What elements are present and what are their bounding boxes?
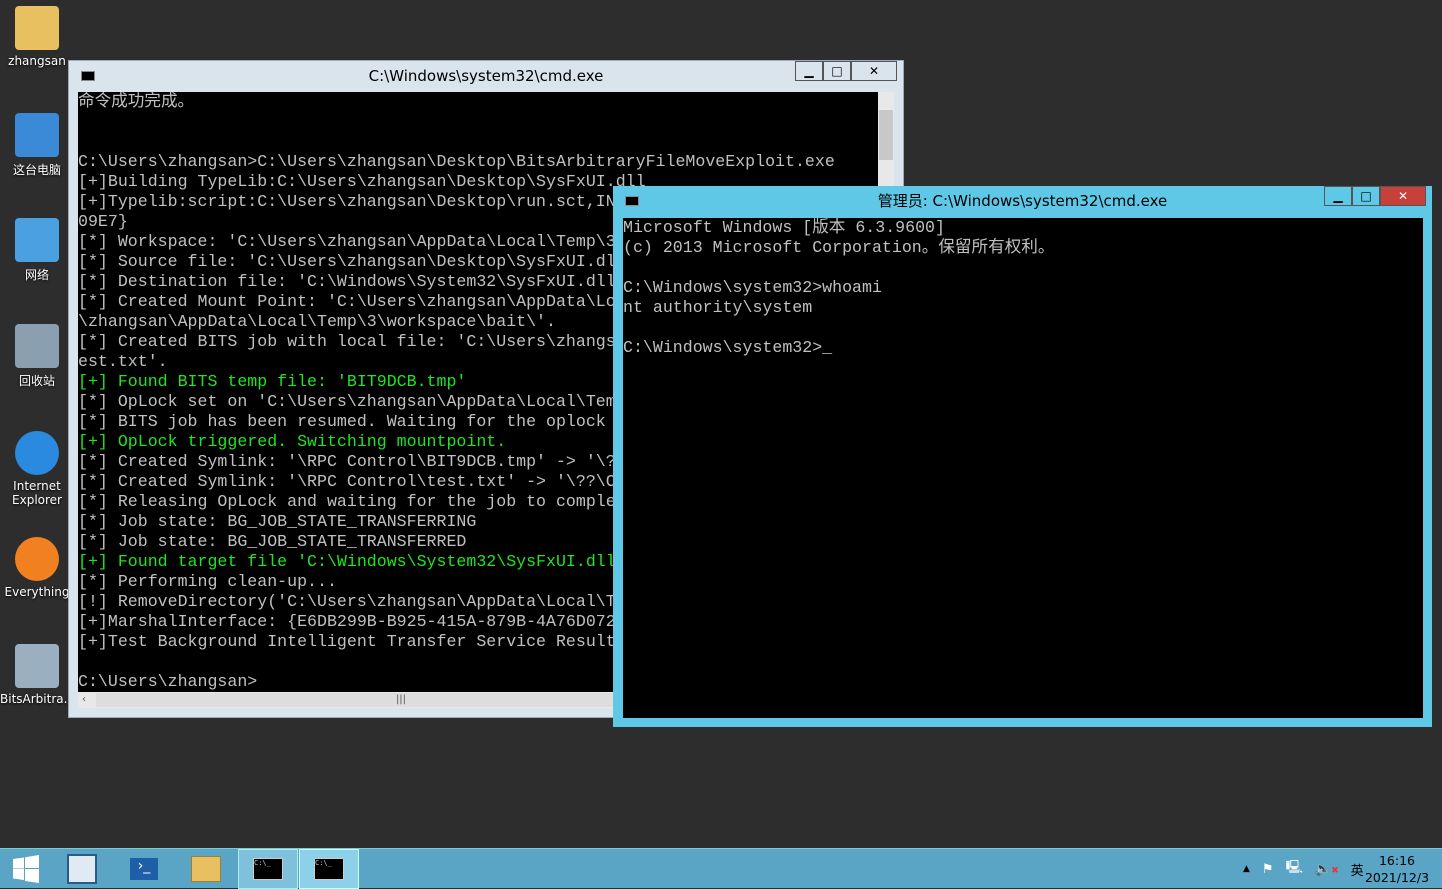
console-line: Microsoft Windows [版本 6.3.9600] — [623, 218, 945, 237]
desktop-icon-3[interactable]: 回收站 — [0, 324, 74, 389]
scrollbar-thumb[interactable] — [879, 110, 893, 160]
cmd-icon — [625, 196, 639, 206]
cmd-window-admin[interactable]: 管理员: C:\Windows\system32\cmd.exe ▁ □ ✕ Mic… — [613, 186, 1432, 727]
console-output[interactable]: Microsoft Windows [版本 6.3.9600] (c) 2013 … — [623, 218, 1423, 718]
ie-icon — [15, 431, 59, 475]
exe-icon — [15, 644, 59, 688]
close-button[interactable]: ✕ — [1380, 186, 1426, 206]
desktop-icon-label: Internet Explorer — [12, 479, 62, 507]
computer-icon — [15, 113, 59, 157]
user-folder-icon — [15, 6, 59, 50]
desktop-icon-1[interactable]: 这台电脑 — [0, 113, 74, 178]
console-line: 命令成功完成。 — [78, 92, 195, 111]
cmd-taskbar-button-2[interactable]: C:\_ — [299, 849, 359, 889]
server-manager-button[interactable] — [52, 849, 112, 889]
desktop-icon-label: zhangsan — [8, 54, 66, 68]
file-explorer-icon — [191, 856, 221, 882]
recycle-bin-icon — [15, 324, 59, 368]
show-hidden-icons-button[interactable]: ▲ — [1243, 864, 1250, 874]
console-line: (c) 2013 Microsoft Corporation。保留所有权利。 — [623, 238, 1055, 257]
cmd-icon — [81, 71, 95, 81]
desktop-icon-0[interactable]: zhangsan — [0, 6, 74, 68]
desktop-icon-label: 这台电脑 — [12, 163, 61, 177]
start-icon — [13, 855, 39, 883]
clock-date: 2021/12/3 — [1364, 870, 1430, 885]
start-button[interactable] — [0, 849, 52, 889]
desktop-icon-label: BitsArbitra... — [0, 692, 76, 706]
desktop-icon-5[interactable]: Everything — [0, 537, 74, 599]
desktop-icon-6[interactable]: BitsArbitra... — [0, 644, 76, 706]
powershell-icon: ›_ — [130, 858, 158, 880]
clock[interactable]: 16:16 2021/12/3 — [1362, 852, 1432, 886]
minimize-button[interactable]: ▁ — [1324, 186, 1352, 206]
scroll-left-button[interactable]: ‹ — [78, 694, 86, 705]
everything-icon — [15, 537, 59, 581]
console-line: C:\Users\zhangsan>C:\Users\zhangsan\Desk… — [78, 152, 835, 171]
cmd-taskbar-button-1[interactable]: C:\_ — [238, 849, 298, 889]
window-title: 管理员: C:\Windows\system32\cmd.exe — [877, 192, 1168, 210]
maximize-button[interactable]: □ — [823, 61, 851, 81]
close-button[interactable]: ✕ — [851, 61, 897, 81]
file-explorer-button[interactable] — [176, 849, 236, 889]
cmd-icon: C:\_ — [253, 858, 283, 880]
server-manager-icon — [67, 854, 97, 884]
cmd-icon: C:\_ — [314, 858, 344, 880]
console-line: C:\Windows\system32>_ — [623, 338, 833, 357]
window-title: C:\Windows\system32\cmd.exe — [368, 67, 604, 85]
action-center-flag-icon[interactable]: ⚑ — [1262, 862, 1274, 877]
title-bar[interactable]: 管理员: C:\Windows\system32\cmd.exe ▁ □ ✕ — [613, 186, 1432, 216]
clock-time: 16:16 — [1378, 853, 1416, 868]
desktop-icon-label: Everything — [4, 585, 70, 599]
desktop-icon-label: 网络 — [24, 268, 49, 282]
taskbar: ›_ C:\_ C:\_ ▲ ⚑ 🖳 🔈✖ 英 16:16 2021/12/3 — [0, 848, 1442, 889]
minimize-button[interactable]: ▁ — [795, 61, 823, 81]
console-line: C:\Windows\system32>whoami — [623, 278, 882, 297]
powershell-button[interactable]: ›_ — [114, 849, 174, 889]
network-icon[interactable]: 🖳 — [1286, 858, 1303, 880]
maximize-button[interactable]: □ — [1352, 186, 1380, 206]
desktop-icon-4[interactable]: Internet Explorer — [0, 431, 74, 507]
desktop-icon-label: 回收站 — [18, 374, 55, 388]
console-line: nt authority\system — [623, 298, 813, 317]
title-bar[interactable]: C:\Windows\system32\cmd.exe ▁ □ ✕ — [69, 61, 903, 91]
desktop-icon-2[interactable]: 网络 — [0, 218, 74, 283]
volume-muted-icon[interactable]: 🔈✖ — [1315, 862, 1339, 877]
network-icon — [15, 218, 59, 262]
